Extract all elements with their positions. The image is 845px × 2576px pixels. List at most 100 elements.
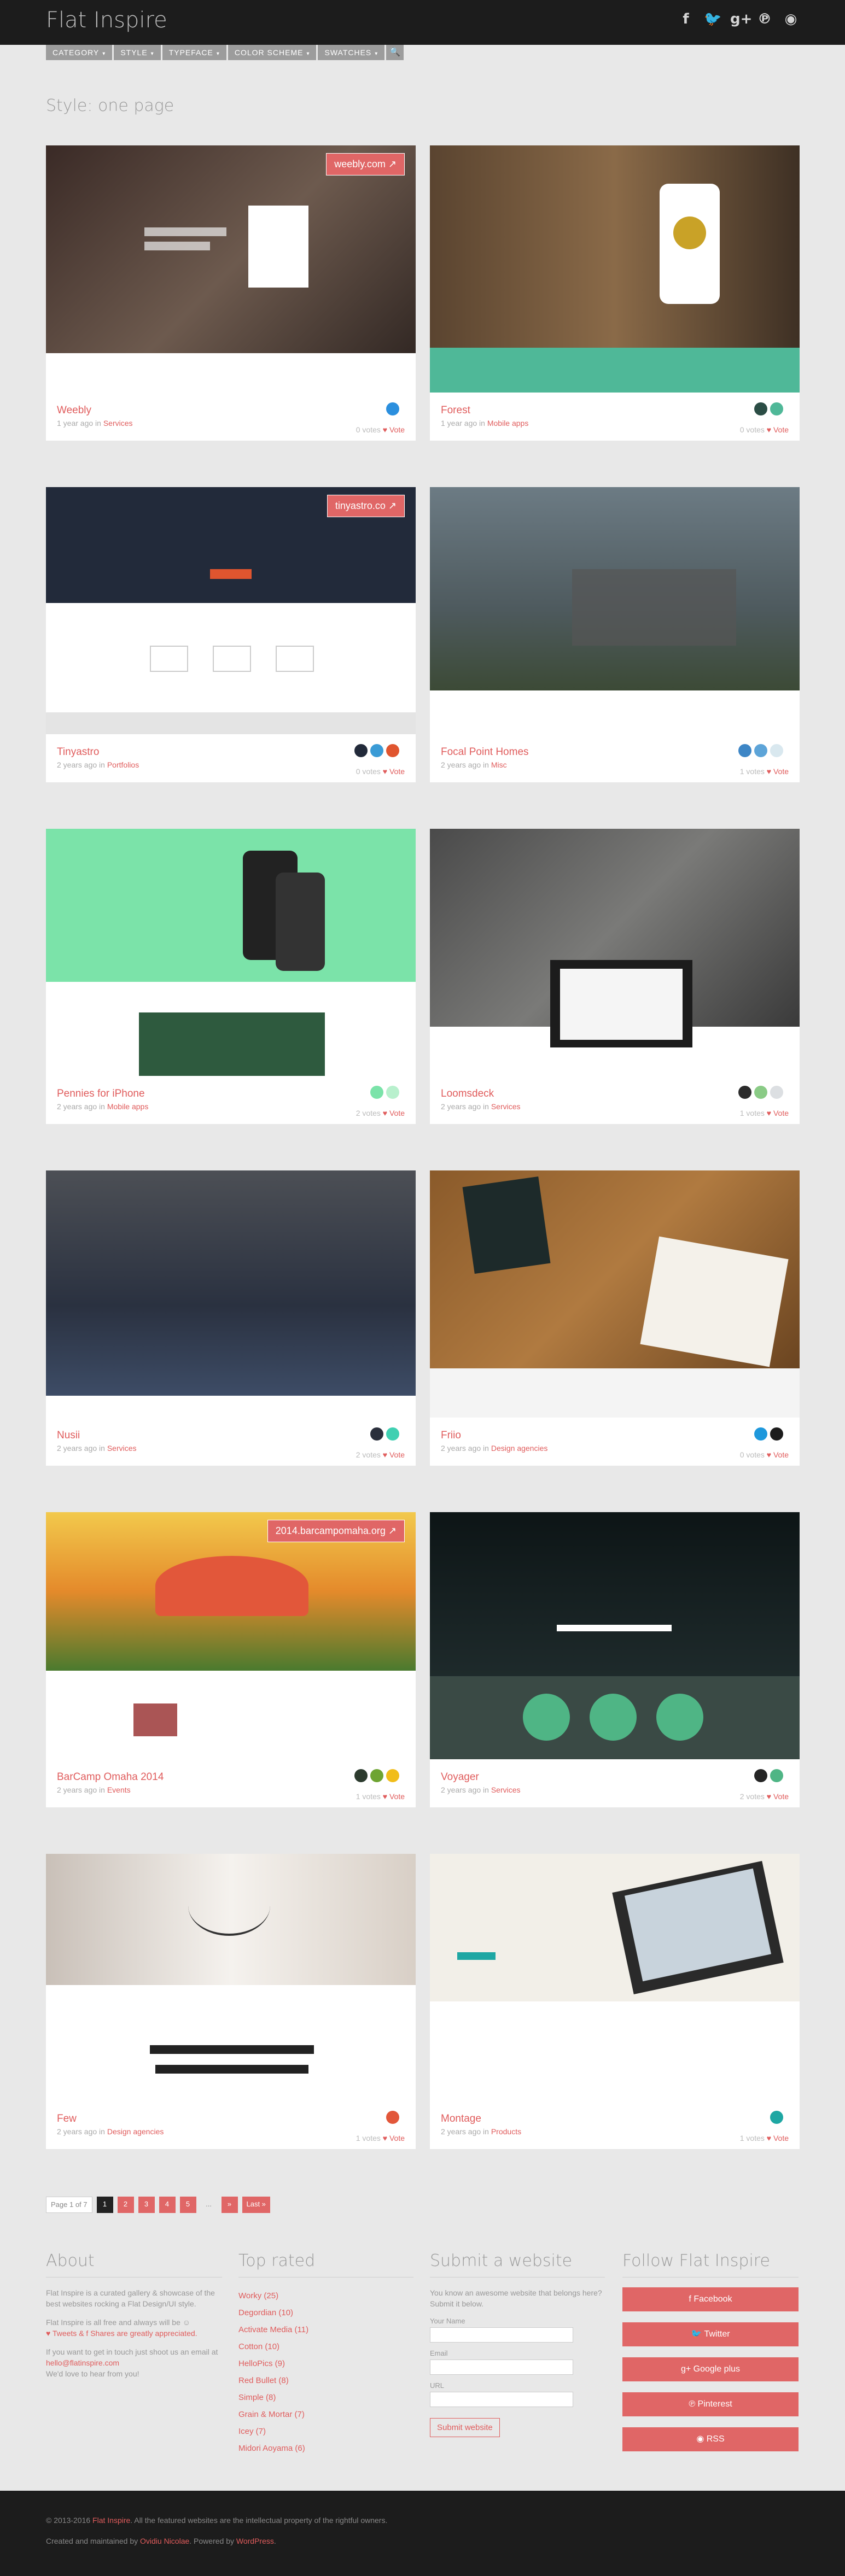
visit-site-button[interactable]: tinyastro.co ↗: [327, 495, 405, 517]
name-field[interactable]: [430, 2327, 573, 2343]
card-title[interactable]: Nusii: [57, 1430, 80, 1442]
color-swatch[interactable]: [386, 1086, 399, 1099]
color-swatch[interactable]: [386, 1427, 399, 1441]
vote-button[interactable]: ♥ Vote: [767, 1792, 789, 1801]
category-link[interactable]: Mobile apps: [107, 1102, 149, 1111]
color-swatch[interactable]: [770, 2111, 783, 2124]
category-link[interactable]: Services: [103, 419, 133, 428]
facebook-button[interactable]: f Facebook: [622, 2287, 799, 2311]
page-3-link[interactable]: 3: [138, 2197, 155, 2213]
site-thumbnail[interactable]: [46, 1854, 416, 2101]
page-4-link[interactable]: 4: [159, 2197, 176, 2213]
category-link[interactable]: Design agencies: [107, 2127, 164, 2136]
site-thumbnail[interactable]: [430, 487, 800, 734]
search-icon[interactable]: 🔍: [386, 45, 404, 60]
site-thumbnail[interactable]: [46, 145, 416, 393]
category-link[interactable]: Portfolios: [107, 760, 139, 769]
category-link[interactable]: Services: [491, 1785, 521, 1794]
category-link[interactable]: Products: [491, 2127, 521, 2136]
color-swatch[interactable]: [370, 1427, 383, 1441]
color-swatch[interactable]: [354, 744, 368, 757]
site-thumbnail[interactable]: [46, 829, 416, 1076]
color-swatch[interactable]: [754, 1427, 767, 1441]
showcase-card[interactable]: Few 2 years ago in Design agencies 1 votes…: [46, 1854, 416, 2149]
next-page-link[interactable]: »: [221, 2197, 238, 2213]
site-thumbnail[interactable]: [430, 829, 800, 1076]
vote-button[interactable]: ♥ Vote: [383, 1450, 405, 1459]
site-thumbnail[interactable]: [430, 1854, 800, 2101]
color-swatch[interactable]: [386, 2111, 399, 2124]
category-link[interactable]: Services: [491, 1102, 521, 1111]
facebook-icon[interactable]: f: [678, 11, 694, 27]
card-title[interactable]: Focal Point Homes: [441, 746, 529, 758]
email-field[interactable]: [430, 2360, 573, 2375]
top-rated-item[interactable]: Activate Media (11): [238, 2321, 413, 2338]
card-title[interactable]: Weebly: [57, 405, 91, 417]
category-link[interactable]: Services: [107, 1444, 137, 1453]
rss-button[interactable]: ◉ RSS: [622, 2427, 799, 2451]
color-swatch[interactable]: [370, 1086, 383, 1099]
twitter-button[interactable]: 🐦 Twitter: [622, 2322, 799, 2346]
menu-swatches[interactable]: Swatches ▾: [318, 45, 385, 60]
site-thumbnail[interactable]: [430, 1512, 800, 1759]
category-link[interactable]: Mobile apps: [487, 419, 529, 428]
showcase-card[interactable]: Focal Point Homes 2 years ago in Misc 1 vo…: [430, 487, 800, 782]
card-title[interactable]: BarCamp Omaha 2014: [57, 1771, 164, 1783]
top-rated-item[interactable]: Degordian (10): [238, 2304, 413, 2321]
category-link[interactable]: Events: [107, 1785, 131, 1794]
site-thumbnail[interactable]: [430, 1170, 800, 1418]
showcase-card[interactable]: Pennies for iPhone 2 years ago in Mobile …: [46, 829, 416, 1124]
vote-button[interactable]: ♥ Vote: [767, 425, 789, 434]
top-rated-item[interactable]: Grain & Mortar (7): [238, 2406, 413, 2423]
showcase-card[interactable]: Loomsdeck 2 years ago in Services 1 votes …: [430, 829, 800, 1124]
card-title[interactable]: Montage: [441, 2113, 481, 2125]
top-rated-item[interactable]: Simple (8): [238, 2389, 413, 2406]
menu-color-scheme[interactable]: Color scheme ▾: [228, 45, 317, 60]
color-swatch[interactable]: [770, 744, 783, 757]
color-swatch[interactable]: [386, 1769, 399, 1782]
color-swatch[interactable]: [386, 402, 399, 415]
showcase-card[interactable]: Nusii 2 years ago in Services 2 votes ♥ Vo…: [46, 1170, 416, 1466]
card-title[interactable]: Few: [57, 2113, 77, 2125]
color-swatch[interactable]: [738, 744, 751, 757]
color-swatch[interactable]: [370, 744, 383, 757]
top-rated-item[interactable]: HelloPics (9): [238, 2355, 413, 2372]
flat-inspire-link[interactable]: Flat Inspire: [92, 2516, 130, 2525]
site-logo[interactable]: Flat Inspire: [46, 8, 167, 33]
showcase-card[interactable]: 2014.barcampomaha.org ↗ BarCamp Omaha 201…: [46, 1512, 416, 1807]
site-thumbnail[interactable]: [46, 487, 416, 734]
vote-button[interactable]: ♥ Vote: [383, 767, 405, 776]
color-swatch[interactable]: [354, 1769, 368, 1782]
vote-button[interactable]: ♥ Vote: [767, 1450, 789, 1459]
visit-site-button[interactable]: weebly.com ↗: [326, 153, 405, 175]
menu-category[interactable]: Category ▾: [46, 45, 113, 60]
top-rated-item[interactable]: Worky (25): [238, 2287, 413, 2304]
menu-typeface[interactable]: Typeface ▾: [162, 45, 226, 60]
card-title[interactable]: Friio: [441, 1430, 461, 1442]
top-rated-item[interactable]: Icey (7): [238, 2423, 413, 2440]
submit-website-button[interactable]: Submit website: [430, 2418, 500, 2437]
rss-icon[interactable]: ◉: [783, 11, 799, 27]
vote-button[interactable]: ♥ Vote: [767, 2134, 789, 2142]
visit-site-button[interactable]: 2014.barcampomaha.org ↗: [267, 1520, 405, 1542]
showcase-card[interactable]: Forest 1 year ago in Mobile apps 0 votes ♥…: [430, 145, 800, 441]
pinterest-icon[interactable]: ℗: [756, 11, 773, 27]
top-rated-item[interactable]: Red Bullet (8): [238, 2372, 413, 2389]
category-link[interactable]: Design agencies: [491, 1444, 548, 1453]
top-rated-item[interactable]: Cotton (10): [238, 2338, 413, 2355]
color-swatch[interactable]: [754, 402, 767, 415]
vote-button[interactable]: ♥ Vote: [767, 767, 789, 776]
color-swatch[interactable]: [770, 1769, 783, 1782]
wordpress-link[interactable]: WordPress: [236, 2537, 274, 2545]
google-plus-icon[interactable]: g+: [730, 11, 752, 27]
card-title[interactable]: Forest: [441, 405, 470, 417]
site-thumbnail[interactable]: [46, 1170, 416, 1418]
showcase-card[interactable]: Montage 2 years ago in Products 1 votes ♥ …: [430, 1854, 800, 2149]
url-field[interactable]: [430, 2392, 573, 2407]
pinterest-button[interactable]: ℗ Pinterest: [622, 2392, 799, 2416]
color-swatch[interactable]: [754, 1769, 767, 1782]
showcase-card[interactable]: Friio 2 years ago in Design agencies 0 vot…: [430, 1170, 800, 1466]
page-2-link[interactable]: 2: [117, 2197, 134, 2213]
last-page-link[interactable]: Last »: [242, 2197, 270, 2213]
site-thumbnail[interactable]: [430, 145, 800, 393]
